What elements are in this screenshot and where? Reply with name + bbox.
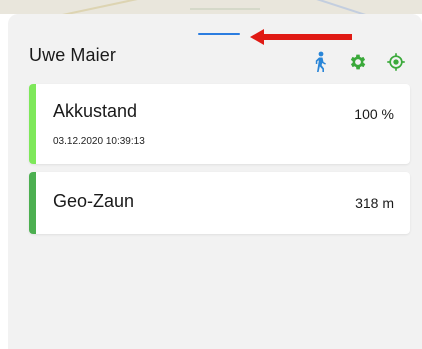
battery-card-title: Akkustand xyxy=(53,101,138,121)
map-road xyxy=(41,0,159,14)
battery-card[interactable]: Akkustand 100 % 03.12.2020 10:39:13 xyxy=(29,84,410,164)
screen: Uwe Maier Akkustand 100 % 03.12.2020 10:… xyxy=(0,0,422,349)
geofence-distance: 318 m xyxy=(355,195,394,211)
map-road xyxy=(190,8,260,10)
geofence-status-bar xyxy=(29,172,36,234)
red-arrow-annotation xyxy=(250,29,352,45)
map-background[interactable] xyxy=(0,0,422,14)
bottom-sheet: Uwe Maier Akkustand 100 % 03.12.2020 10:… xyxy=(8,14,422,349)
map-road xyxy=(291,0,379,14)
locate-icon[interactable] xyxy=(384,50,408,74)
geofence-card[interactable]: Geo-Zaun 318 m xyxy=(29,172,410,234)
battery-value: 100 % xyxy=(354,106,394,122)
sheet-drag-handle[interactable] xyxy=(198,33,240,35)
battery-status-bar xyxy=(29,84,36,164)
walking-person-icon[interactable] xyxy=(308,50,332,74)
header-actions xyxy=(308,50,408,74)
user-name-title: Uwe Maier xyxy=(29,45,116,65)
geofence-card-title: Geo-Zaun xyxy=(53,191,135,211)
battery-timestamp: 03.12.2020 10:39:13 xyxy=(53,136,145,147)
gear-icon[interactable] xyxy=(346,50,370,74)
